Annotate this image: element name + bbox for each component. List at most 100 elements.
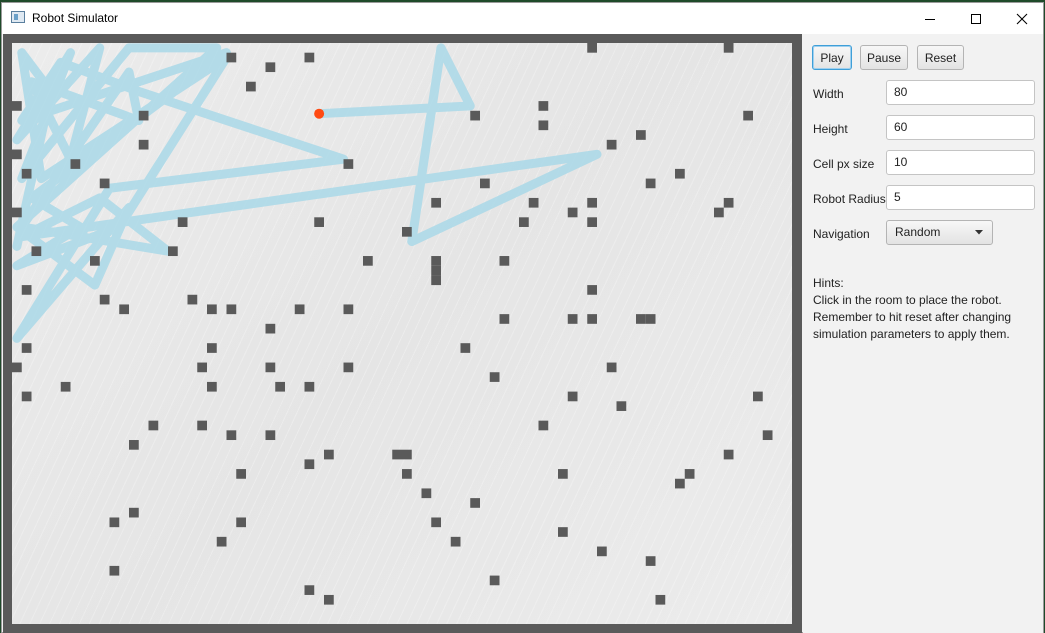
reset-button[interactable]: Reset <box>917 45 964 70</box>
obstacle-cell <box>528 197 539 208</box>
obstacle-cell <box>460 343 471 353</box>
pause-button[interactable]: Pause <box>860 45 908 70</box>
obstacle-cell <box>587 43 597 53</box>
navigation-selected-value: Random <box>895 225 941 239</box>
obstacle-cell <box>138 139 149 150</box>
obstacle-cell <box>109 565 120 576</box>
obstacle-cell <box>567 391 578 402</box>
width-field[interactable]: 80 <box>886 80 1035 105</box>
obstacle-cell <box>216 536 227 547</box>
obstacle-cell <box>723 43 734 53</box>
navigation-label: Navigation <box>813 227 870 241</box>
obstacle-cell <box>470 498 480 508</box>
obstacle-cell <box>197 362 207 373</box>
obstacle-cell <box>450 536 461 547</box>
close-icon <box>1016 13 1028 24</box>
minimize-button[interactable] <box>907 3 953 34</box>
obstacle-cell <box>187 294 198 305</box>
obstacle-cell <box>343 159 354 169</box>
maximize-button[interactable] <box>953 3 999 34</box>
obstacle-cell <box>538 101 549 111</box>
window-title: Robot Simulator <box>32 11 119 25</box>
maximize-icon <box>971 13 981 24</box>
obstacle-cell <box>587 314 597 324</box>
obstacle-cell <box>12 362 22 373</box>
obstacle-cell <box>197 420 207 431</box>
obstacle-cell <box>304 585 315 595</box>
obstacle-cell <box>606 362 617 373</box>
obstacle-cell <box>21 343 32 353</box>
room-canvas[interactable] <box>12 43 792 624</box>
obstacle-cell <box>343 304 354 315</box>
obstacle-cell <box>480 178 490 189</box>
minimize-icon <box>925 18 935 20</box>
obstacle-cell <box>207 381 217 392</box>
obstacle-cell <box>226 430 237 441</box>
obstacle-cell <box>31 246 42 257</box>
height-field[interactable]: 60 <box>886 115 1035 140</box>
obstacle-cell <box>304 459 315 470</box>
control-panel: Play Pause Reset Width 80 Height 60 Cell… <box>803 34 1043 633</box>
obstacle-cell <box>499 256 510 266</box>
obstacle-cell <box>567 314 578 324</box>
robot-radius-label: Robot Radius <box>813 192 886 206</box>
obstacle-cell <box>129 440 139 450</box>
obstacle-cell <box>567 207 578 218</box>
obstacle-cell <box>723 197 734 208</box>
obstacle-cell <box>762 430 773 441</box>
obstacle-cell <box>402 226 412 237</box>
navigation-select[interactable]: Random <box>886 220 993 245</box>
obstacle-cell <box>12 207 22 218</box>
obstacle-cell <box>402 469 412 479</box>
obstacle-cell <box>314 217 324 227</box>
height-label: Height <box>813 122 848 136</box>
obstacle-cell <box>645 556 656 566</box>
robot[interactable] <box>314 108 325 119</box>
obstacle-cell <box>392 449 402 460</box>
obstacle-cell <box>499 314 510 324</box>
robot-radius-field[interactable]: 5 <box>886 185 1035 210</box>
obstacle-cell <box>343 362 354 373</box>
obstacle-cell <box>616 401 627 411</box>
obstacle-cell <box>168 246 178 257</box>
obstacle-cell <box>265 362 276 373</box>
obstacle-cell <box>431 275 441 286</box>
obstacle-cell <box>109 517 120 528</box>
obstacle-cell <box>753 391 763 402</box>
obstacle-cell <box>226 304 237 315</box>
cell-size-label: Cell px size <box>813 157 875 171</box>
hint-line: Remember to hit reset after changing <box>813 310 1012 324</box>
obstacle-cell <box>489 372 500 382</box>
obstacle-cell <box>12 101 22 111</box>
hints-title: Hints: <box>813 276 844 290</box>
obstacle-cell <box>743 110 753 121</box>
app-window-icon <box>11 11 25 23</box>
obstacle-cell <box>538 120 549 131</box>
obstacle-cell <box>265 62 276 73</box>
title-bar[interactable]: Robot Simulator <box>2 3 1043 34</box>
obstacle-cell <box>138 110 149 121</box>
close-button[interactable] <box>999 3 1045 34</box>
obstacle-cell <box>421 488 432 499</box>
obstacle-cell <box>587 197 597 208</box>
obstacle-cell <box>675 478 685 489</box>
obstacle-cell <box>645 314 656 324</box>
obstacle-cell <box>177 217 188 227</box>
obstacle-cell <box>236 469 246 479</box>
obstacle-cell <box>60 381 71 392</box>
obstacle-cell <box>597 546 607 557</box>
obstacle-cell <box>12 149 22 160</box>
obstacle-cell <box>684 469 695 479</box>
obstacle-cell <box>558 469 568 479</box>
cell-size-field[interactable]: 10 <box>886 150 1035 175</box>
obstacle-cell <box>363 256 373 266</box>
obstacle-cell <box>21 285 32 295</box>
obstacle-cell <box>655 594 666 605</box>
obstacle-cell <box>265 323 276 334</box>
obstacle-cell <box>538 420 549 431</box>
obstacle-cell <box>129 507 139 518</box>
obstacle-cell <box>636 130 646 140</box>
play-button[interactable]: Play <box>812 45 852 70</box>
obstacle-cell <box>99 294 110 305</box>
obstacle-cell <box>265 430 276 441</box>
